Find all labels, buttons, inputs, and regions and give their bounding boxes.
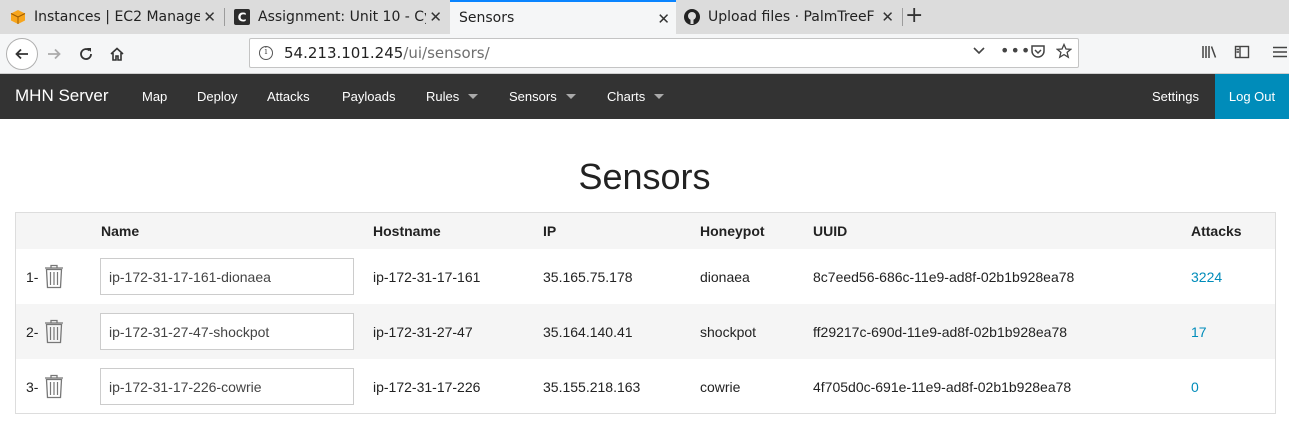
nav-charts-label: Charts [607,89,646,104]
close-icon[interactable]: ✕ [203,8,216,26]
tab-divider [902,8,903,26]
table-row: 2- ip-172-31-27-47 35.164.140.41 shockpo… [16,304,1275,359]
attacks-count-link[interactable]: 17 [1191,324,1207,340]
nav-settings[interactable]: Settings [1152,89,1199,104]
cell-honeypot: dionaea [700,269,750,285]
attacks-count-link[interactable]: 0 [1191,379,1199,395]
pocket-icon[interactable] [1030,43,1046,63]
table-row: 3- ip-172-31-17-226 35.155.218.163 cowri… [16,359,1275,414]
github-icon [684,9,700,25]
reload-icon [80,48,92,60]
tab-title: Assignment: Unit 10 - Cy [258,9,426,25]
column-header-ip: IP [543,223,557,239]
chevron-down-icon[interactable] [972,43,986,61]
tab-divider [224,8,225,26]
column-header-attacks: Attacks [1191,223,1242,239]
sensor-name-input[interactable] [100,258,354,295]
forward-button[interactable] [38,38,70,70]
sensor-name-input[interactable] [100,313,354,350]
cell-ip: 35.155.218.163 [543,379,641,395]
brand-link[interactable]: MHN Server [15,86,109,106]
row-index: 3- [26,379,39,395]
trash-icon[interactable] [43,318,65,344]
hamburger-menu-icon[interactable] [1272,44,1288,64]
column-header-honeypot: Honeypot [700,223,765,239]
svg-text:C: C [238,11,247,25]
page-title: Sensors [578,156,711,197]
cell-uuid: ff29217c-690d-11e9-ad8f-02b1b928ea78 [813,324,1068,340]
nav-map[interactable]: Map [142,89,167,104]
close-icon[interactable]: ✕ [657,10,670,28]
close-icon[interactable]: ✕ [429,8,442,26]
sensors-table: Name Hostname IP Honeypot UUID Attacks 1… [15,212,1276,414]
home-button[interactable] [101,38,133,70]
attacks-count-link[interactable]: 3224 [1191,269,1222,285]
browser-toolbar: i 54.213.101.245/ui/sensors/ ••• [0,34,1289,74]
url-bar[interactable]: i 54.213.101.245/ui/sensors/ ••• [249,38,1079,68]
caret-down-icon [565,94,576,99]
tab-title: Sensors [459,10,515,26]
url-text: 54.213.101.245/ui/sensors/ [284,44,490,62]
url-path: /ui/sensors/ [403,44,490,62]
table-header: Name Hostname IP Honeypot UUID Attacks [16,213,1275,249]
nav-payloads[interactable]: Payloads [342,89,395,104]
tab-upload-files[interactable]: Upload files · PalmTreeF ✕ [678,0,900,34]
table-row: 1- ip-172-31-17-161 35.165.75.178 dionae… [16,249,1275,304]
cell-ip: 35.165.75.178 [543,269,633,285]
trash-icon[interactable] [43,263,65,289]
column-header-uuid: UUID [813,223,848,239]
more-actions-icon[interactable]: ••• [1000,41,1031,60]
cell-hostname: ip-172-31-17-161 [373,269,481,285]
new-tab-button[interactable]: + [905,4,923,28]
nav-deploy[interactable]: Deploy [197,89,237,104]
nav-rules-label: Rules [426,89,460,104]
library-icon[interactable] [1201,44,1219,64]
tab-assignment[interactable]: C Assignment: Unit 10 - Cy ✕ [226,0,448,34]
tab-title: Upload files · PalmTreeF [708,9,875,25]
cell-uuid: 8c7eed56-686c-11e9-ad8f-02b1b928ea78 [813,269,1075,285]
row-index: 2- [26,324,39,340]
nav-charts-dropdown[interactable]: Charts [607,89,665,104]
cell-ip: 35.164.140.41 [543,324,633,340]
url-host: 54.213.101.245 [284,44,404,62]
tab-sensors[interactable]: Sensors ✕ [450,0,676,34]
column-header-name: Name [101,223,140,239]
row-index: 1- [26,269,39,285]
caret-down-icon [468,94,479,99]
caret-down-icon [654,94,665,99]
cell-honeypot: cowrie [700,379,741,395]
tab-title: Instances | EC2 Managem [34,9,200,25]
column-header-hostname: Hostname [373,223,441,239]
cell-uuid: 4f705d0c-691e-11e9-ad8f-02b1b928ea78 [813,379,1072,395]
forward-arrow-icon [48,48,61,60]
reload-button[interactable] [70,38,102,70]
browser-tab-strip: Instances | EC2 Managem ✕ C Assignment: … [0,0,1289,34]
sidebar-icon[interactable] [1234,44,1250,64]
logout-button[interactable]: Log Out [1215,74,1289,119]
trash-icon[interactable] [43,373,65,399]
back-button[interactable] [6,38,38,70]
sensor-name-input[interactable] [100,368,354,405]
back-arrow-icon [15,48,28,60]
close-icon[interactable]: ✕ [881,8,894,26]
nav-sensors-dropdown[interactable]: Sensors [509,89,576,104]
cell-hostname: ip-172-31-17-226 [373,379,481,395]
app-navbar: MHN Server Map Deploy Attacks Payloads R… [0,74,1289,119]
home-icon [110,47,124,61]
aws-box-icon [10,9,26,25]
nav-rules-dropdown[interactable]: Rules [426,89,479,104]
info-icon[interactable]: i [259,46,273,60]
tab-ec2-instances[interactable]: Instances | EC2 Managem ✕ [0,0,222,34]
nav-sensors-label: Sensors [509,89,557,104]
c-icon: C [234,9,250,25]
cell-hostname: ip-172-31-27-47 [373,324,473,340]
nav-attacks[interactable]: Attacks [267,89,310,104]
bookmark-star-icon[interactable] [1055,42,1073,63]
cell-honeypot: shockpot [700,324,757,340]
